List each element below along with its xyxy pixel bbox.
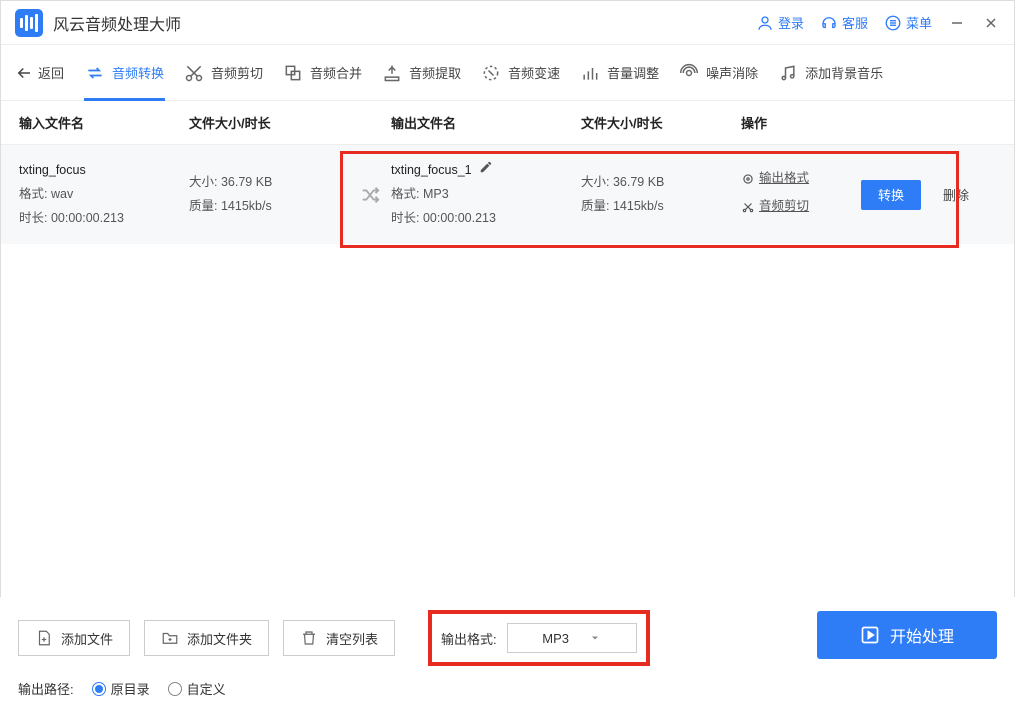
radio-custom-dir[interactable]: 自定义 xyxy=(168,679,226,698)
in-size: 36.79 KB xyxy=(221,175,272,189)
play-icon xyxy=(860,625,880,645)
tab-convert[interactable]: 音频转换 xyxy=(76,45,173,101)
login-label: 登录 xyxy=(778,13,804,32)
support-label: 客服 xyxy=(842,13,868,32)
table-header: 输入文件名 文件大小/时长 输出文件名 文件大小/时长 操作 xyxy=(1,101,1014,145)
edit-icon[interactable] xyxy=(479,160,493,174)
login-link[interactable]: 登录 xyxy=(756,13,804,32)
tab-extract[interactable]: 音频提取 xyxy=(373,45,470,101)
table-row: txting_focus 格式: wav 时长: 00:00:00.213 大小… xyxy=(1,145,1014,244)
tab-label: 音频合并 xyxy=(310,63,362,82)
output-format-select[interactable]: MP3 xyxy=(507,623,637,653)
add-file-button[interactable]: 添加文件 xyxy=(18,620,130,656)
noise-icon xyxy=(679,63,699,83)
start-process-button[interactable]: 开始处理 xyxy=(817,611,997,659)
app-title: 风云音频处理大师 xyxy=(53,11,756,35)
tab-label: 音频转换 xyxy=(112,63,164,82)
audio-cut-link[interactable]: 音频剪切 xyxy=(741,195,861,219)
col-out-name: 输出文件名 xyxy=(391,113,581,132)
in-format: wav xyxy=(51,187,73,201)
tab-label: 音频提取 xyxy=(409,63,461,82)
tab-label: 噪声消除 xyxy=(706,63,758,82)
out-file-name: txting_focus_1 xyxy=(391,163,472,177)
swap-icon xyxy=(85,63,105,83)
headset-icon xyxy=(820,14,838,32)
back-label: 返回 xyxy=(38,63,64,82)
convert-button[interactable]: 转换 xyxy=(861,180,921,210)
radio-dot-checked xyxy=(92,682,106,696)
menu-link[interactable]: 菜单 xyxy=(884,13,932,32)
speed-icon xyxy=(481,63,501,83)
radio-original-dir[interactable]: 原目录 xyxy=(92,679,150,698)
file-plus-icon xyxy=(35,629,53,647)
support-link[interactable]: 客服 xyxy=(820,13,868,32)
cut-icon xyxy=(184,63,204,83)
tab-label: 音频变速 xyxy=(508,63,560,82)
minimize-button[interactable] xyxy=(948,14,966,32)
out-size: 36.79 KB xyxy=(613,175,664,189)
tab-noise[interactable]: 噪声消除 xyxy=(670,45,767,101)
col-in-name: 输入文件名 xyxy=(19,113,189,132)
clear-list-button[interactable]: 清空列表 xyxy=(283,620,395,656)
arrow-left-icon xyxy=(15,64,33,82)
add-folder-button[interactable]: 添加文件夹 xyxy=(144,620,269,656)
chevron-down-icon xyxy=(589,632,601,644)
app-logo xyxy=(15,9,43,37)
merge-icon xyxy=(283,63,303,83)
output-path-label: 输出路径: xyxy=(18,679,74,698)
col-out-size: 文件大小/时长 xyxy=(581,113,741,132)
menu-label: 菜单 xyxy=(906,13,932,32)
toolbar: 返回 音频转换 音频剪切 音频合并 音频提取 音频变速 音量调整 噪声消除 添加… xyxy=(1,45,1014,101)
volume-icon xyxy=(580,63,600,83)
tab-merge[interactable]: 音频合并 xyxy=(274,45,371,101)
delete-link[interactable]: 删除 xyxy=(943,188,969,203)
user-icon xyxy=(756,14,774,32)
scissors-icon xyxy=(741,200,755,214)
out-format: MP3 xyxy=(423,187,449,201)
tab-cut[interactable]: 音频剪切 xyxy=(175,45,272,101)
radio-dot xyxy=(168,682,182,696)
in-duration: 00:00:00.213 xyxy=(51,211,124,225)
bottom-bar: 添加文件 添加文件夹 清空列表 输出格式: MP3 开始处理 输出路径: 原目录 xyxy=(0,597,1015,712)
close-button[interactable] xyxy=(982,14,1000,32)
tab-label: 音频剪切 xyxy=(211,63,263,82)
output-format-value: MP3 xyxy=(542,631,569,646)
trash-icon xyxy=(300,629,318,647)
tab-label: 音量调整 xyxy=(607,63,659,82)
in-quality: 1415kb/s xyxy=(221,199,272,213)
music-icon xyxy=(778,63,798,83)
output-format-label: 输出格式: xyxy=(441,629,497,648)
tab-bgmusic[interactable]: 添加背景音乐 xyxy=(769,45,892,101)
out-duration: 00:00:00.213 xyxy=(423,211,496,225)
in-file-name: txting_focus xyxy=(19,159,189,183)
folder-plus-icon xyxy=(161,629,179,647)
col-in-size: 文件大小/时长 xyxy=(189,113,349,132)
back-button[interactable]: 返回 xyxy=(15,63,64,82)
menu-list-icon xyxy=(884,14,902,32)
tab-speed[interactable]: 音频变速 xyxy=(472,45,569,101)
extract-icon xyxy=(382,63,402,83)
tab-label: 添加背景音乐 xyxy=(805,63,883,82)
tab-volume[interactable]: 音量调整 xyxy=(571,45,668,101)
titlebar: 风云音频处理大师 登录 客服 菜单 xyxy=(1,1,1014,45)
output-format-link[interactable]: 输出格式 xyxy=(741,167,861,191)
col-ops: 操作 xyxy=(741,113,861,132)
shuffle-icon[interactable] xyxy=(349,184,391,206)
out-quality: 1415kb/s xyxy=(613,199,664,213)
gear-icon xyxy=(741,172,755,186)
